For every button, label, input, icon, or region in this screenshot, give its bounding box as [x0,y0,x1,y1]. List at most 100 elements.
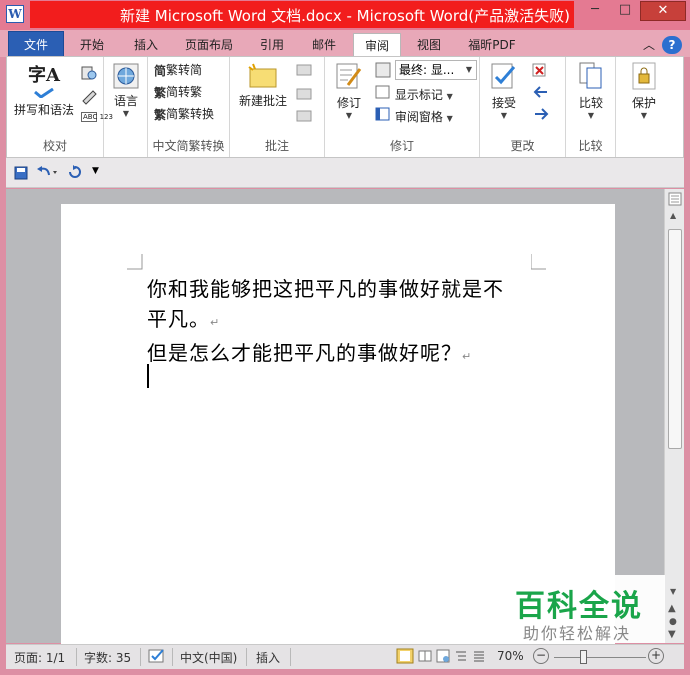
reviewing-pane-button[interactable]: 审阅窗格 ▼ [375,107,453,125]
redo-icon[interactable] [68,165,82,182]
customize-qat-icon[interactable]: ▼ [92,166,99,176]
text-line-1: 你和我能够把这把平凡的事做好就是不 [147,274,547,304]
save-icon[interactable] [14,166,28,183]
scroll-down-icon[interactable]: ▼ [670,587,676,596]
tab-home[interactable]: 开始 [70,33,114,57]
collapse-ribbon-icon[interactable]: ︿ [640,33,658,57]
conversion-button[interactable]: 繁简繁转换 [154,105,214,123]
simp-icon: 简 [154,64,167,78]
maximize-button[interactable]: □ [610,1,640,21]
margin-corner-top-left [127,254,143,270]
help-icon[interactable]: ? [662,36,682,54]
outline-view-icon[interactable] [454,649,468,666]
tab-view[interactable]: 视图 [407,33,451,57]
document-body[interactable]: 你和我能够把这把平凡的事做好就是不 平凡。↵ 但是怎么才能把平凡的事做好呢？↵ [147,274,547,372]
print-layout-view-icon[interactable] [396,648,414,667]
zoom-out-button[interactable]: − [533,648,549,664]
to-traditional-button[interactable]: 繁简转繁 [154,83,202,101]
compare-icon [579,62,602,89]
conversion-label: 简繁转换 [166,107,215,121]
next-comment-icon[interactable] [296,109,314,126]
zoom-in-button[interactable]: + [648,648,664,664]
tab-mailings[interactable]: 邮件 [302,33,346,57]
show-markup-label: 显示标记 [394,88,443,102]
globe-icon [113,63,139,89]
tab-references[interactable]: 引用 [250,33,294,57]
previous-comment-icon[interactable] [296,87,314,104]
spelling-label: 拼写和语法 [13,103,74,117]
scroll-up-icon[interactable]: ▲ [670,211,676,220]
previous-page-icon[interactable]: ▲ [668,603,676,614]
reject-icon[interactable] [532,63,554,80]
tab-insert[interactable]: 插入 [124,33,168,57]
status-divider [140,648,141,666]
spelling-icon: 字A [28,65,60,86]
accept-button[interactable]: 接受 ▼ [484,61,524,120]
zoom-level[interactable]: 70% [497,649,524,663]
new-comment-button[interactable]: 新建批注 [234,63,292,109]
accept-label: 接受 [491,96,516,110]
proofing-status-icon[interactable] [148,649,166,666]
spelling-grammar-button[interactable]: 字A 拼写和语法 [11,61,77,118]
display-for-review-dropdown-icon: ▼ [465,65,472,74]
new-comment-icon [248,63,277,88]
undo-icon[interactable] [36,165,58,182]
scrollbar-thumb[interactable] [668,229,682,449]
previous-change-icon[interactable] [532,85,550,102]
track-changes-button[interactable]: 修订 ▼ [329,61,369,120]
web-layout-icon[interactable] [436,649,450,666]
to-traditional-label: 简转繁 [166,85,203,99]
research-icon[interactable] [81,65,97,84]
track-changes-icon [336,63,362,89]
language-button[interactable]: 语言 ▼ [108,63,144,118]
word-count-icon[interactable]: ABC 123 [81,112,113,122]
protect-dropdown-icon: ▼ [640,111,648,120]
draft-view-icon[interactable] [472,649,486,666]
tab-page-layout[interactable]: 页面布局 [176,33,242,57]
zoom-slider-track[interactable] [554,657,646,658]
full-screen-reading-icon[interactable] [418,649,432,666]
tab-review[interactable]: 审阅 [353,33,401,58]
thesaurus-icon[interactable] [81,89,97,108]
delete-comment-icon[interactable] [296,63,314,80]
zoom-slider-thumb[interactable] [580,650,587,664]
word-count[interactable]: 字数: 35 [84,649,131,666]
checkmark-icon [34,87,54,99]
protect-label: 保护 [631,96,656,110]
page-count[interactable]: 页面: 1/1 [14,649,65,666]
trad-icon: 繁 [154,86,167,100]
browse-object-icon[interactable]: ● [669,617,677,627]
language-dropdown-icon: ▼ [122,109,130,118]
language-status[interactable]: 中文(中国) [180,649,237,666]
to-simplified-button[interactable]: 简繁转简 [154,61,202,79]
group-label-compare: 比较 [578,139,603,153]
show-markup-button[interactable]: 显示标记 ▼ [375,85,453,103]
status-bar: 页面: 1/1 字数: 35 中文(中国) 插入 70% − + [6,644,684,669]
minimize-button[interactable]: ─ [580,1,610,21]
margin-corner-top-right [531,254,546,270]
text-line-3-content: 但是怎么才能把平凡的事做好呢？ [147,341,462,365]
display-review-icon [375,62,391,81]
ruler-toggle-icon[interactable] [668,192,682,209]
vertical-scrollbar[interactable]: ▲ ▼ ▲ ● ▼ [664,189,684,643]
text-line-3: 但是怎么才能把平凡的事做好呢？↵ [147,338,547,372]
group-proofing: 字A 拼写和语法 ABC 123 校对 [7,57,113,157]
display-for-review-value: 最终: 显... [399,63,455,77]
watermark-title: 百科全说 [515,589,643,624]
display-for-review-select[interactable]: 最终: 显... ▼ [395,60,477,80]
protect-button[interactable]: 保护 ▼ [622,61,666,120]
text-cursor [147,364,149,388]
tab-file[interactable]: 文件 [8,31,64,57]
group-label-changes: 更改 [510,139,535,153]
next-change-icon[interactable] [532,107,550,124]
insert-mode[interactable]: 插入 [256,649,280,666]
close-button[interactable]: ✕ [640,1,686,21]
track-changes-dropdown-icon: ▼ [345,111,353,120]
next-page-icon[interactable]: ▼ [668,629,676,640]
reviewing-pane-dropdown-icon: ▼ [446,114,453,123]
tab-foxit-pdf[interactable]: 福昕PDF [460,33,524,57]
group-label-comments: 批注 [264,139,289,153]
reviewing-pane-label: 审阅窗格 [394,110,443,124]
text-line-2: 平凡。↵ [147,304,547,338]
compare-button[interactable]: 比较 ▼ [570,61,612,120]
